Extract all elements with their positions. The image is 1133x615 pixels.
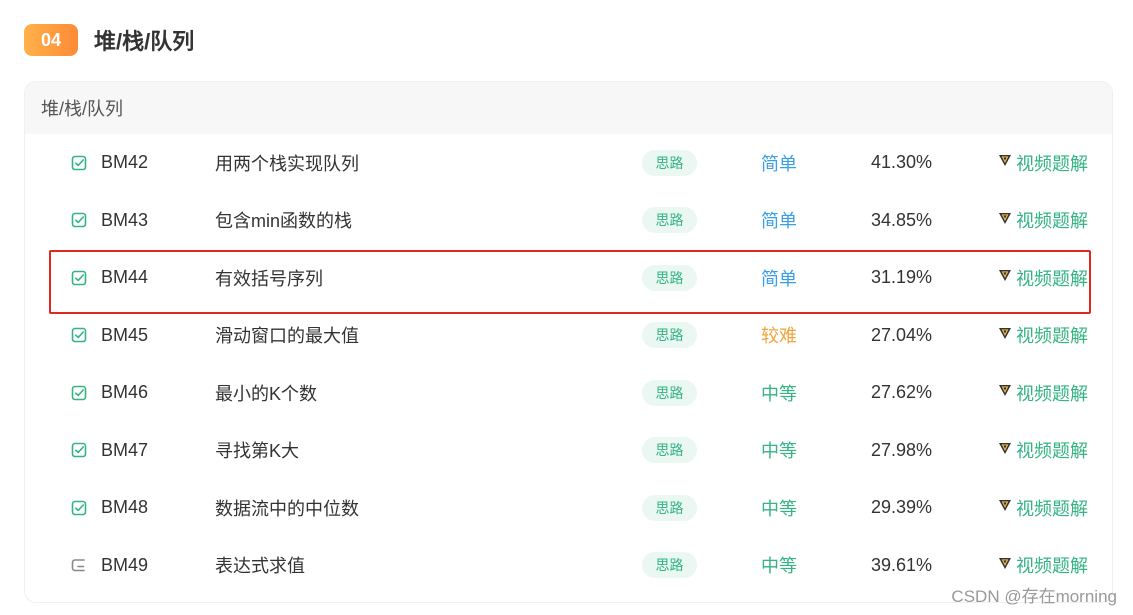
video-solution-label: 视频题解 bbox=[1016, 326, 1088, 347]
video-solution-link[interactable]: 视频题解 bbox=[997, 322, 1088, 348]
pass-rate: 27.98% bbox=[871, 439, 933, 460]
pass-rate: 39.61% bbox=[871, 554, 933, 575]
problem-row[interactable]: BM43 包含min函数的栈 思路 简单 34.85% 视频题解 bbox=[25, 192, 1112, 250]
difficulty-label: 中等 bbox=[761, 383, 797, 404]
problem-title[interactable]: 最小的K个数 bbox=[215, 380, 317, 406]
check-square-icon bbox=[71, 212, 87, 228]
pass-rate: 31.19% bbox=[871, 267, 933, 288]
check-square-icon bbox=[71, 155, 87, 171]
pass-rate: 41.30% bbox=[871, 152, 933, 173]
video-solution-label: 视频题解 bbox=[1016, 268, 1088, 289]
problem-list: BM42 用两个栈实现队列 思路 简单 41.30% 视频题解 BM43 包含m… bbox=[25, 134, 1112, 594]
hint-tag[interactable]: 思路 bbox=[642, 264, 697, 291]
problem-id[interactable]: BM48 bbox=[101, 497, 148, 518]
problem-title[interactable]: 数据流中的中位数 bbox=[215, 495, 359, 521]
hint-tag[interactable]: 思路 bbox=[642, 437, 697, 464]
hint-tag[interactable]: 思路 bbox=[642, 149, 697, 176]
video-badge-icon bbox=[997, 325, 1016, 346]
problem-id[interactable]: BM47 bbox=[101, 440, 148, 461]
hint-tag[interactable]: 思路 bbox=[642, 552, 697, 579]
pass-rate: 29.39% bbox=[871, 497, 933, 518]
video-badge-icon bbox=[997, 267, 1016, 288]
video-solution-link[interactable]: 视频题解 bbox=[997, 495, 1088, 521]
pass-rate: 27.62% bbox=[871, 382, 933, 403]
problem-row[interactable]: BM42 用两个栈实现队列 思路 简单 41.30% 视频题解 bbox=[25, 134, 1112, 192]
problem-row[interactable]: BM44 有效括号序列 思路 简单 31.19% 视频题解 bbox=[25, 249, 1112, 314]
page: 04 堆/栈/队列 堆/栈/队列 BM42 用两个栈实现队列 思路 简单 41.… bbox=[0, 0, 1133, 615]
hint-tag[interactable]: 思路 bbox=[642, 494, 697, 521]
video-solution-label: 视频题解 bbox=[1016, 498, 1088, 519]
problem-id[interactable]: BM46 bbox=[101, 382, 148, 403]
hint-tag[interactable]: 思路 bbox=[642, 207, 697, 234]
pass-rate: 27.04% bbox=[871, 324, 933, 345]
problem-title[interactable]: 寻找第K大 bbox=[215, 437, 299, 463]
section-title: 堆/栈/队列 bbox=[94, 29, 195, 54]
video-solution-label: 视频题解 bbox=[1016, 556, 1088, 577]
difficulty-label: 中等 bbox=[761, 498, 797, 519]
video-solution-link[interactable]: 视频题解 bbox=[997, 150, 1088, 176]
section-header: 04 堆/栈/队列 bbox=[24, 24, 194, 56]
problem-title[interactable]: 滑动窗口的最大值 bbox=[215, 322, 359, 348]
pass-rate: 34.85% bbox=[871, 209, 933, 230]
video-badge-icon bbox=[997, 152, 1016, 173]
video-solution-label: 视频题解 bbox=[1016, 441, 1088, 462]
problem-title[interactable]: 有效括号序列 bbox=[215, 265, 323, 291]
video-solution-link[interactable]: 视频题解 bbox=[997, 265, 1088, 291]
check-square-icon bbox=[71, 327, 87, 343]
video-badge-icon bbox=[997, 555, 1016, 576]
problem-row[interactable]: BM48 数据流中的中位数 思路 中等 29.39% 视频题解 bbox=[25, 479, 1112, 537]
difficulty-label: 简单 bbox=[761, 153, 797, 174]
video-badge-icon bbox=[997, 497, 1016, 518]
problem-id[interactable]: BM45 bbox=[101, 325, 148, 346]
difficulty-label: 简单 bbox=[761, 268, 797, 289]
check-square-icon bbox=[71, 385, 87, 401]
difficulty-label: 中等 bbox=[761, 441, 797, 462]
video-solution-label: 视频题解 bbox=[1016, 211, 1088, 232]
problem-id[interactable]: BM44 bbox=[101, 267, 148, 288]
video-badge-icon bbox=[997, 440, 1016, 461]
problem-id[interactable]: BM43 bbox=[101, 210, 148, 231]
video-solution-link[interactable]: 视频题解 bbox=[997, 437, 1088, 463]
hint-tag[interactable]: 思路 bbox=[642, 322, 697, 349]
problem-row[interactable]: BM45 滑动窗口的最大值 思路 较难 27.04% 视频题解 bbox=[25, 307, 1112, 365]
difficulty-label: 简单 bbox=[761, 211, 797, 232]
problem-title[interactable]: 包含min函数的栈 bbox=[215, 207, 352, 233]
video-badge-icon bbox=[997, 210, 1016, 231]
check-square-icon bbox=[71, 500, 87, 516]
check-square-icon bbox=[71, 270, 87, 286]
video-solution-label: 视频题解 bbox=[1016, 383, 1088, 404]
card-heading: 堆/栈/队列 bbox=[25, 82, 1112, 134]
problem-list-card: 堆/栈/队列 BM42 用两个栈实现队列 思路 简单 41.30% 视频题解 B… bbox=[24, 81, 1113, 603]
problem-id[interactable]: BM42 bbox=[101, 152, 148, 173]
video-badge-icon bbox=[997, 382, 1016, 403]
check-square-icon bbox=[71, 442, 87, 458]
section-number-badge: 04 bbox=[24, 24, 78, 56]
video-solution-link[interactable]: 视频题解 bbox=[997, 380, 1088, 406]
unchecked-square-icon bbox=[71, 557, 87, 573]
video-solution-label: 视频题解 bbox=[1016, 153, 1088, 174]
difficulty-label: 较难 bbox=[761, 326, 797, 347]
problem-row[interactable]: BM46 最小的K个数 思路 中等 27.62% 视频题解 bbox=[25, 364, 1112, 422]
video-solution-link[interactable]: 视频题解 bbox=[997, 552, 1088, 578]
problem-title[interactable]: 表达式求值 bbox=[215, 552, 305, 578]
video-solution-link[interactable]: 视频题解 bbox=[997, 207, 1088, 233]
problem-id[interactable]: BM49 bbox=[101, 555, 148, 576]
problem-row[interactable]: BM49 表达式求值 思路 中等 39.61% 视频题解 bbox=[25, 537, 1112, 595]
difficulty-label: 中等 bbox=[761, 556, 797, 577]
watermark: CSDN @存在morning bbox=[951, 587, 1117, 606]
problem-title[interactable]: 用两个栈实现队列 bbox=[215, 150, 359, 176]
hint-tag[interactable]: 思路 bbox=[642, 379, 697, 406]
problem-row[interactable]: BM47 寻找第K大 思路 中等 27.98% 视频题解 bbox=[25, 422, 1112, 480]
